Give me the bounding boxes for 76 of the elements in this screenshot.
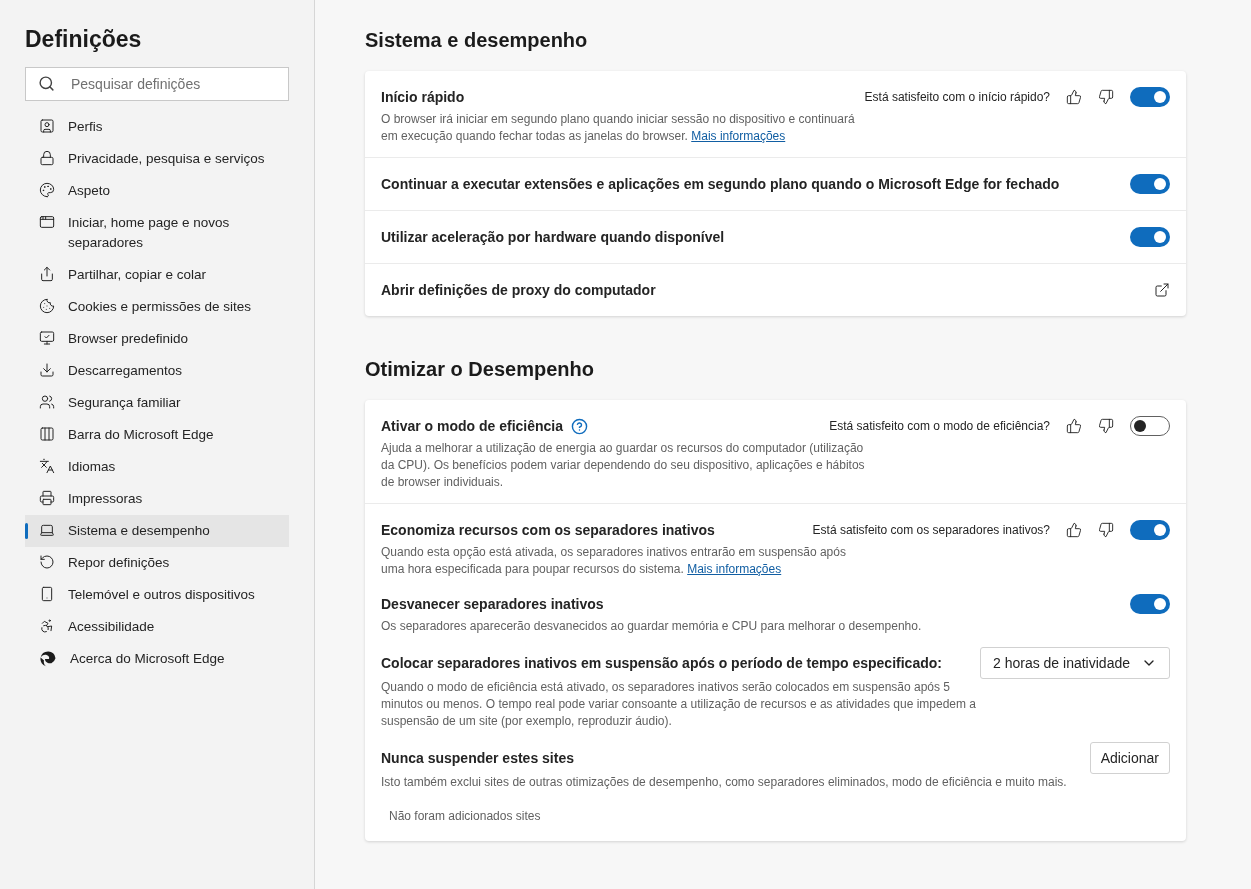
toggle-switch[interactable] <box>1130 520 1170 540</box>
profile-icon <box>39 117 55 134</box>
more-info-link[interactable]: Mais informações <box>691 129 786 143</box>
setting-description: Isto também exclui sites de outras otimizações de desempenho, como separadores eliminados, modo de eficiência e muito mais. <box>381 774 1068 791</box>
languages-icon <box>39 457 55 474</box>
search-icon <box>38 74 55 92</box>
thumbs-down-icon[interactable] <box>1098 522 1114 538</box>
setting-description: Quando o modo de eficiência está ativado, os separadores inativos serão colocados em suspensão após 5 minutos ou menos. O tempo real pode variar consoante a utilização de recursos e as atividades que impedem a suspensão de um site (por exemplo, reproduzir áudio). <box>381 679 977 730</box>
toggle-switch[interactable] <box>1130 227 1170 247</box>
sidebar-item[interactable]: Browser predefinido <box>25 322 289 355</box>
setting-title: Nunca suspender estes sites <box>381 748 574 768</box>
share-icon <box>39 265 55 282</box>
section-title: Sistema e desempenho <box>365 28 589 53</box>
sidebar-item[interactable]: Repor definições <box>25 546 289 579</box>
section-title: Otimizar o Desempenho <box>365 357 595 382</box>
setting-title: Utilizar aceleração por hardware quando disponível <box>381 227 725 247</box>
sidebar-item[interactable]: Aspeto <box>25 174 289 207</box>
sidebar-item[interactable]: Impressoras <box>25 482 289 515</box>
setting-description: Quando esta opção está ativada, os separadores inativos entrarão em suspensão após uma hora especificada para poupar recursos do sistema. Mais informações <box>381 544 847 578</box>
empty-list-message: Não foram adicionados sites <box>388 808 542 825</box>
sidebar-item[interactable]: Barra do Microsoft Edge <box>25 418 289 451</box>
download-icon <box>39 361 55 378</box>
setting-title: Início rápido <box>381 87 465 107</box>
palette-icon <box>39 181 55 198</box>
setting-title: Continuar a executar extensões e aplicações em segundo plano quando o Microsoft Edge for fechado <box>381 174 1060 194</box>
sidebar-item[interactable]: Segurança familiar <box>25 386 289 419</box>
thumbs-up-icon[interactable] <box>1066 418 1082 434</box>
toggle-switch[interactable] <box>1130 594 1170 614</box>
sidebar-item[interactable]: Perfis <box>25 110 289 143</box>
dropdown[interactable]: 2 horas de inatividade <box>980 647 1170 679</box>
setting-description: Ajuda a melhorar a utilização de energia ao guardar os recursos do computador (utilização da CPU). Os benefícios podem variar dependendo do seu dispositivo, aplicações e hábitos de browser individuais. <box>381 440 866 491</box>
selection-indicator <box>25 522 28 539</box>
thumbs-down-icon[interactable] <box>1098 89 1114 105</box>
people-icon <box>39 393 55 410</box>
help-icon[interactable] <box>571 417 589 435</box>
search-field[interactable]: Pesquisar definições <box>25 66 289 101</box>
monitor-check-icon <box>39 329 55 346</box>
feedback-question: Está satisfeito com o início rápido? <box>864 89 1050 106</box>
sidebar-item[interactable]: Acerca do Microsoft Edge <box>25 642 289 675</box>
sidebar-item[interactable]: Cookies e permissões de sites <box>25 290 289 323</box>
external-link-icon[interactable] <box>1154 282 1170 298</box>
setting-title: Ativar o modo de eficiência <box>381 416 564 436</box>
setting-title: Desvanecer separadores inativos <box>381 594 604 614</box>
setting-description: Os separadores aparecerão desvanecidos ao guardar memória e CPU para melhorar o desempenho. <box>381 618 923 635</box>
thumbs-up-icon[interactable] <box>1066 522 1082 538</box>
columns-icon <box>39 425 55 442</box>
sidebar-item[interactable]: Privacidade, pesquisa e serviços <box>25 142 289 175</box>
sidebar-item[interactable]: Telemóvel e outros dispositivos <box>25 578 289 611</box>
printer-icon <box>39 489 55 506</box>
window-icon <box>39 213 55 230</box>
sidebar-item[interactable]: Partilhar, copiar e colar <box>25 258 289 291</box>
feedback-question: Está satisfeito com o modo de eficiência? <box>829 418 1050 435</box>
accessibility-icon <box>39 617 55 634</box>
feedback-question: Está satisfeito com os separadores inativos? <box>812 522 1050 539</box>
sidebar-item[interactable]: Idiomas <box>25 450 289 483</box>
sidebar-item[interactable]: Sistema e desempenho <box>25 514 289 547</box>
lock-icon <box>39 149 55 166</box>
setting-description: O browser irá iniciar em segundo plano quando iniciar sessão no dispositivo e continuará em execução quando fechar todas as janelas do browser. Mais informações <box>381 111 856 145</box>
setting-title: Economiza recursos com os separadores inativos <box>381 520 715 540</box>
sidebar-item[interactable]: Acessibilidade <box>25 610 289 643</box>
setting-title: Abrir definições de proxy do computador <box>381 280 656 300</box>
reset-icon <box>39 553 55 570</box>
sidebar-title: Definições <box>25 25 143 54</box>
setting-title: Colocar separadores inativos em suspensão após o período de tempo especificado: <box>381 653 942 673</box>
sidebar-item[interactable]: Descarregamentos <box>25 354 289 387</box>
toggle-switch[interactable] <box>1130 87 1170 107</box>
cookie-icon <box>39 297 55 314</box>
phone-icon <box>39 585 55 602</box>
toggle-switch[interactable] <box>1130 174 1170 194</box>
more-info-link[interactable]: Mais informações <box>687 562 782 576</box>
toggle-switch[interactable] <box>1130 416 1170 436</box>
thumbs-down-icon[interactable] <box>1098 418 1114 434</box>
edge-logo-icon <box>39 649 57 668</box>
thumbs-up-icon[interactable] <box>1066 89 1082 105</box>
add-button[interactable]: Adicionar <box>1089 742 1170 774</box>
sidebar-item[interactable]: Iniciar, home page e novos separadores <box>25 206 289 259</box>
